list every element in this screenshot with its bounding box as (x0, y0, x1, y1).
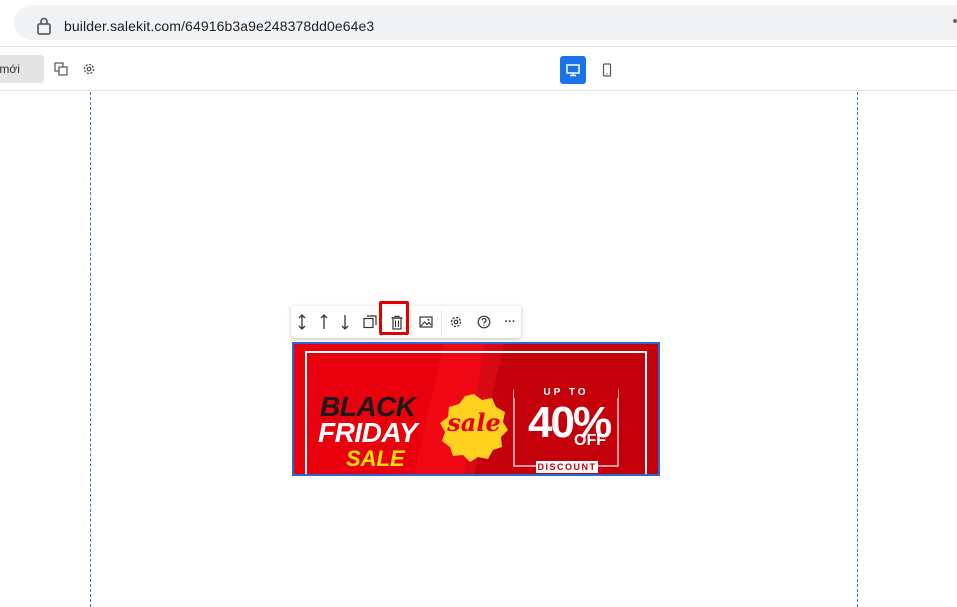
mobile-view-button[interactable] (596, 56, 618, 84)
help-icon[interactable] (476, 314, 492, 330)
lock-icon (37, 17, 51, 35)
monitor-icon (566, 64, 580, 77)
banner-friday-text: FRIDAY (318, 417, 418, 448)
gear-icon[interactable] (81, 61, 97, 77)
content-guide-right (857, 92, 858, 607)
sale-badge-text: sale (447, 408, 501, 437)
desktop-view-button[interactable] (560, 56, 586, 84)
duplicate-icon[interactable] (53, 61, 69, 77)
gear-icon[interactable] (448, 314, 464, 330)
toolbar-divider (441, 310, 442, 334)
resize-vertical-icon[interactable] (294, 314, 310, 330)
new-button[interactable]: m mới (0, 55, 44, 83)
more-icon[interactable]: ··· (502, 314, 518, 330)
move-up-icon[interactable] (316, 314, 332, 330)
black-friday-banner[interactable]: BLACK FRIDAY SALE sale UP TO 40% OFF DIS… (292, 342, 660, 476)
copy-icon[interactable] (362, 314, 378, 330)
menu-icon[interactable] (953, 19, 957, 23)
url-field[interactable]: builder.salekit.com/64916b3a9e248378dd0e… (14, 5, 957, 40)
move-down-icon[interactable] (337, 314, 353, 330)
content-guide-left (90, 92, 91, 607)
url-text[interactable]: builder.salekit.com/64916b3a9e248378dd0e… (64, 18, 374, 34)
browser-address-bar: builder.salekit.com/64916b3a9e248378dd0e… (0, 0, 957, 46)
banner-discount-label: DISCOUNT (536, 461, 598, 473)
banner-upto-text: UP TO (514, 387, 618, 398)
phone-icon (602, 63, 612, 77)
image-icon[interactable] (418, 314, 434, 330)
banner-off-text: OFF (574, 432, 606, 449)
toolbar-divider (410, 310, 411, 334)
editor-toolbar: m mới (0, 46, 957, 91)
delete-highlight (379, 301, 409, 335)
banner-sale-text: SALE (346, 446, 405, 471)
